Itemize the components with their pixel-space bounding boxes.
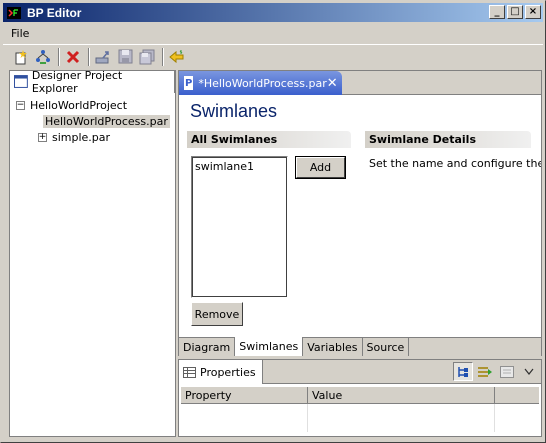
menu-bar: File — [3, 24, 37, 42]
new-file-icon — [15, 49, 27, 64]
column-header-value[interactable]: Value — [308, 387, 495, 403]
menu-file[interactable]: File — [3, 27, 37, 40]
project-explorer-panel: Designer Project Explorer − HelloWorldPr… — [9, 68, 176, 437]
window-title: BP Editor — [27, 5, 82, 20]
tree-item-label: HelloWorldProject — [30, 98, 128, 112]
filter-icon — [478, 366, 492, 377]
editor-panel: P *HelloWorldProcess.par ✕ Swimlanes All… — [178, 70, 542, 356]
tree-item-helloworldprocess[interactable]: HelloWorldProcess.par — [16, 113, 175, 129]
properties-table: Property Value — [181, 387, 539, 432]
properties-tab-bar: Properties — [179, 360, 541, 384]
close-button[interactable]: × — [525, 5, 541, 19]
list-item[interactable]: swimlane1 — [195, 160, 284, 173]
save-button[interactable] — [115, 47, 135, 67]
tab-swimlanes[interactable]: Swimlanes — [235, 337, 304, 356]
explorer-icon — [14, 75, 28, 88]
all-swimlanes-header: All Swimlanes — [187, 131, 351, 148]
properties-panel: Properties Property Value — [178, 359, 542, 437]
properties-table-body — [181, 404, 539, 432]
tree-categories-icon — [458, 366, 468, 377]
properties-icon — [183, 366, 196, 378]
show-advanced-button[interactable] — [475, 362, 495, 381]
properties-toolbar — [451, 362, 539, 381]
minimize-button[interactable]: _ — [489, 5, 505, 19]
process-file-icon: P — [184, 76, 194, 90]
tree-item-label: HelloWorldProcess.par — [43, 114, 170, 128]
remove-button[interactable]: Remove — [191, 302, 243, 326]
delete-icon — [66, 50, 80, 63]
tab-close-icon[interactable]: ✕ — [327, 76, 338, 91]
tab-variables[interactable]: Variables — [303, 338, 363, 356]
export-icon — [95, 50, 109, 63]
collapse-icon[interactable]: − — [16, 100, 25, 110]
save-all-icon — [139, 49, 155, 64]
view-menu-button[interactable] — [519, 362, 539, 381]
properties-table-header: Property Value — [181, 387, 539, 404]
tab-properties[interactable]: Properties — [179, 360, 263, 384]
tab-diagram[interactable]: Diagram — [179, 338, 236, 356]
explorer-tab-header: Designer Project Explorer — [10, 68, 175, 95]
toolbar-separator — [162, 47, 164, 66]
app-icon — [6, 5, 22, 21]
show-categories-button[interactable] — [453, 362, 473, 381]
toolbar-separator — [58, 47, 60, 66]
new-project-button[interactable] — [11, 47, 31, 67]
save-icon — [118, 49, 132, 64]
project-tree: − HelloWorldProject HelloWorldProcess.pa… — [10, 93, 175, 145]
add-button[interactable]: Add — [295, 156, 346, 179]
chevron-down-icon — [524, 368, 534, 375]
process-icon — [36, 49, 50, 64]
expand-icon[interactable]: + — [38, 132, 47, 142]
restore-default-button[interactable] — [497, 362, 517, 381]
title-bar: BP Editor _ □ × — [3, 3, 543, 22]
editor-tab-label: *HelloWorldProcess.par — [198, 76, 327, 90]
swimlanes-list[interactable]: swimlane1 — [191, 156, 288, 298]
defaults-icon — [500, 365, 514, 378]
tree-item-project[interactable]: − HelloWorldProject — [16, 97, 175, 113]
explorer-tab-label: Designer Project Explorer — [31, 68, 123, 95]
table-cell — [181, 404, 308, 432]
column-header-spacer — [495, 387, 539, 403]
close-icon: × — [528, 6, 538, 17]
tree-item-simple-par[interactable]: + simple.par — [16, 129, 175, 145]
column-header-property[interactable]: Property — [181, 387, 308, 403]
back-arrow-icon — [169, 49, 184, 63]
tab-source[interactable]: Source — [363, 338, 410, 356]
toolbar-separator — [88, 47, 90, 66]
delete-button[interactable] — [63, 47, 83, 67]
export-button[interactable] — [93, 47, 113, 67]
new-process-button[interactable] — [33, 47, 53, 67]
maximize-icon: □ — [510, 6, 520, 17]
editor-page-tabs: Diagram Swimlanes Variables Source — [179, 337, 541, 356]
app-window: BP Editor _ □ × File Designer Project Ex… — [0, 0, 546, 443]
tab-helloworldprocess[interactable]: P *HelloWorldProcess.par ✕ — [179, 71, 342, 95]
save-all-button[interactable] — [137, 47, 157, 67]
tab-designer-project-explorer[interactable]: Designer Project Explorer — [10, 68, 175, 95]
tree-item-label: simple.par — [52, 130, 111, 144]
swimlane-details-description: Set the name and configure the a — [369, 157, 541, 170]
editor-tab-bar: P *HelloWorldProcess.par ✕ — [179, 71, 541, 95]
main-toolbar — [3, 44, 543, 68]
maximize-button[interactable]: □ — [507, 5, 523, 19]
table-cell — [308, 404, 495, 432]
swimlane-details-header: Swimlane Details — [365, 131, 531, 148]
back-button[interactable] — [167, 47, 187, 67]
swimlanes-form: Swimlanes All Swimlanes Swimlane Details… — [179, 95, 541, 333]
form-title: Swimlanes — [190, 101, 278, 121]
minimize-icon: _ — [494, 6, 500, 17]
properties-tab-label: Properties — [200, 365, 256, 379]
